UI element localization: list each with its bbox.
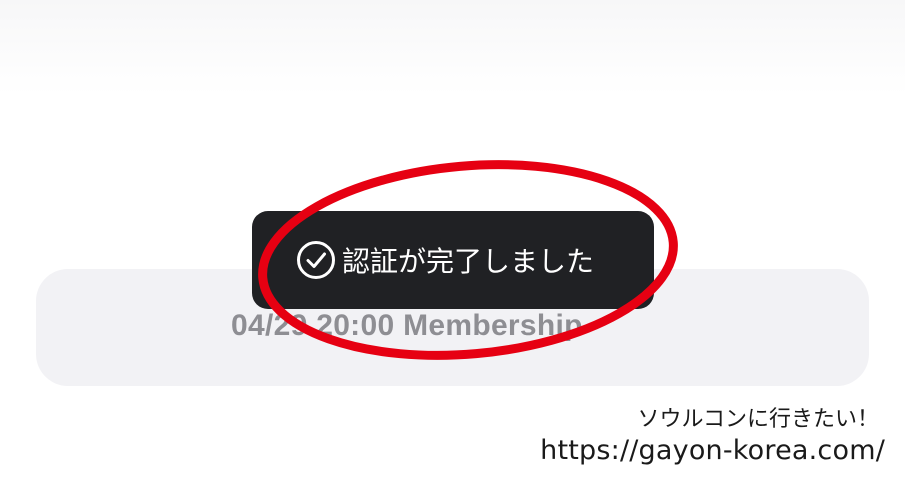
- membership-button-label: 04/29 20:00 Membership: [231, 309, 583, 342]
- watermark-tagline: ソウルコンに行きたい！: [637, 407, 879, 432]
- auth-complete-toast: 認証が完了しました: [252, 211, 654, 309]
- watermark: ソウルコンに行きたい！ https://gayon-korea.com/: [540, 406, 885, 467]
- watermark-url: https://gayon-korea.com/: [540, 434, 885, 466]
- toast-message: 認証が完了しました: [342, 245, 595, 278]
- top-background: [0, 0, 905, 95]
- check-circle-icon: [297, 241, 335, 279]
